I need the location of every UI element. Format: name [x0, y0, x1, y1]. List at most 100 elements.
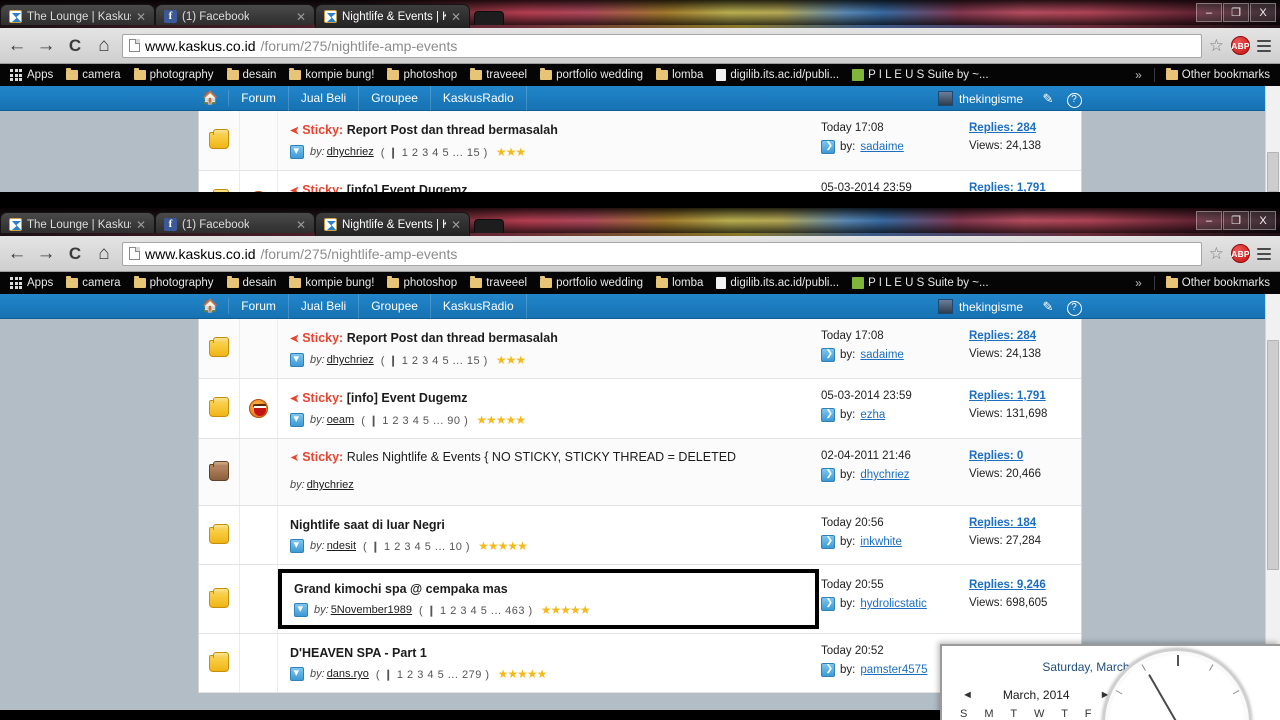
last-poster-link[interactable]: sadaime [860, 349, 903, 361]
last-poster-link[interactable]: dhychriez [860, 469, 909, 481]
scrollbar-thumb[interactable] [1267, 340, 1279, 570]
close-button[interactable]: X [1250, 211, 1276, 230]
table-row[interactable]: ➤Sticky: [info] Event Dugemz by: oeam ( … [199, 171, 1081, 192]
nav-groupee[interactable]: Groupee [359, 86, 431, 111]
new-tab-button[interactable] [474, 11, 504, 28]
thread-pages[interactable]: ( ❙ 1 2 3 4 5 ... 279 ) [376, 668, 490, 681]
home-button[interactable]: ⌂ [93, 244, 115, 263]
thread-author-link[interactable]: dhychriez [327, 146, 374, 158]
bookmark-pileus-suite[interactable]: P I L E U S Suite by ~... [847, 68, 994, 82]
bookmark-pileus-suite[interactable]: P I L E U S Suite by ~... [847, 276, 994, 290]
thread-title[interactable]: ➤ Sticky: Report Post dan thread bermasal… [290, 122, 811, 140]
bookmark-lomba[interactable]: lomba [651, 68, 708, 82]
thread-title-text[interactable]: Report Post dan thread bermasalah [347, 331, 558, 345]
bookmark-digilib[interactable]: digilib.its.ac.id/publi... [711, 68, 844, 82]
minimize-button[interactable]: – [1196, 3, 1222, 22]
goto-last-post-icon[interactable] [821, 408, 835, 422]
bookmark-apps[interactable]: Apps [5, 68, 58, 82]
thread-title-text[interactable]: Report Post dan thread bermasalah [347, 123, 558, 137]
tab-nightlife-events-back[interactable]: Nightlife & Events | Kasku ✕ [315, 4, 470, 28]
tab-facebook-back[interactable]: f (1) Facebook ✕ [155, 4, 315, 28]
nav-forum[interactable]: Forum [229, 294, 289, 319]
thread-pages[interactable]: ( ❙ 1 2 3 4 5 ... 15 ) [381, 146, 488, 159]
last-poster-link[interactable]: pamster4575 [860, 664, 927, 676]
thread-title-text[interactable]: Grand kimochi spa @ cempaka mas [294, 582, 508, 596]
replies-link[interactable]: Replies: 0 [969, 450, 1023, 462]
nav-groupee[interactable]: Groupee [359, 294, 431, 319]
bookmark-star-icon[interactable]: ☆ [1209, 244, 1224, 264]
close-button[interactable]: X [1250, 3, 1276, 22]
tab-the-lounge[interactable]: The Lounge | Kaskus - Th ✕ [0, 212, 155, 236]
thread-pages[interactable]: ( ❙ 1 2 3 4 5 ... 15 ) [381, 354, 488, 367]
thread-title-text[interactable]: [info] Event Dugemz [347, 391, 468, 405]
goto-last-post-icon[interactable] [821, 348, 835, 362]
thread-title-text[interactable]: Nightlife saat di luar Negri [290, 518, 445, 532]
bookmark-photoshop[interactable]: photoshop [382, 68, 462, 82]
back-button[interactable]: ← [6, 244, 28, 263]
thread-title[interactable]: ➤ Sticky: Report Post dan thread bermasal… [290, 330, 811, 348]
bookmark-digilib[interactable]: digilib.its.ac.id/publi... [711, 276, 844, 290]
chrome-menu-icon[interactable] [1257, 247, 1274, 260]
nav-jual-beli[interactable]: Jual Beli [289, 294, 360, 319]
close-icon[interactable]: ✕ [451, 218, 461, 232]
replies-link[interactable]: Replies: 184 [969, 517, 1036, 529]
close-icon[interactable]: ✕ [136, 10, 146, 24]
bookmark-kompie-bung[interactable]: kompie bung! [284, 276, 379, 290]
thread-title-text[interactable]: Rules Nightlife & Events { NO STICKY, ST… [347, 450, 736, 464]
goto-last-post-icon[interactable] [821, 468, 835, 482]
thread-title[interactable]: Nightlife saat di luar Negri [290, 517, 811, 534]
thread-title-text[interactable]: D'HEAVEN SPA - Part 1 [290, 646, 427, 660]
maximize-button[interactable]: ❐ [1223, 3, 1249, 22]
pencil-icon[interactable]: ✎ [1035, 91, 1061, 107]
avatar[interactable] [937, 91, 953, 106]
last-poster-link[interactable]: hydrolicstatic [860, 598, 926, 610]
minimize-button[interactable]: – [1196, 211, 1222, 230]
desktop-calendar-clock-gadget[interactable]: Saturday, March 08, 2014 ◄ March, 2014 ►… [940, 644, 1280, 720]
last-poster-link[interactable]: ezha [860, 409, 885, 421]
close-icon[interactable]: ✕ [296, 10, 306, 24]
table-row[interactable]: ➤ Sticky: Report Post dan thread bermasal… [199, 111, 1081, 171]
table-row[interactable]: ➤ Sticky: Rules Nightlife & Events { NO S… [199, 439, 1081, 506]
page-scrollbar-back[interactable] [1265, 86, 1280, 192]
thread-author-link[interactable]: dhychriez [307, 479, 354, 491]
replies-link[interactable]: Replies: 9,246 [969, 579, 1046, 591]
bookmark-kompie-bung[interactable]: kompie bung! [284, 68, 379, 82]
tab-nightlife-events[interactable]: Nightlife & Events | Kasku ✕ [315, 212, 470, 236]
bookmarks-overflow-icon[interactable]: » [1129, 68, 1148, 82]
new-tab-button[interactable] [474, 219, 504, 236]
replies-link[interactable]: Replies: 284 [969, 122, 1036, 134]
bookmark-portfolio-wedding[interactable]: portfolio wedding [535, 276, 648, 290]
address-bar[interactable]: www.kaskus.co.id/forum/275/nightlife-amp… [122, 33, 1202, 58]
close-icon[interactable]: ✕ [296, 218, 306, 232]
thread-author-link[interactable]: oeam [327, 414, 355, 426]
reload-button[interactable]: C [64, 37, 86, 54]
replies-link[interactable]: Replies: 1,791 [969, 182, 1046, 192]
bookmark-desain[interactable]: desain [222, 276, 282, 290]
avatar[interactable] [937, 299, 953, 314]
scrollbar-thumb[interactable] [1267, 152, 1279, 192]
bookmark-traveeel[interactable]: traveeel [465, 68, 532, 82]
thread-author-link[interactable]: 5November1989 [331, 604, 412, 616]
bookmarks-overflow-icon[interactable]: » [1129, 276, 1148, 290]
question-mark-icon[interactable]: ? [1061, 90, 1087, 108]
nav-kaskusradio[interactable]: KaskusRadio [431, 294, 527, 319]
goto-last-post-icon[interactable] [821, 663, 835, 677]
bookmark-other-bookmarks[interactable]: Other bookmarks [1161, 276, 1275, 290]
bookmark-desain[interactable]: desain [222, 68, 282, 82]
thread-pages[interactable]: ( ❙ 1 2 3 4 5 ... 10 ) [363, 540, 470, 553]
table-row[interactable]: Nightlife saat di luar Negri by: ndesit … [199, 506, 1081, 565]
tab-facebook[interactable]: f (1) Facebook ✕ [155, 212, 315, 236]
thread-pages[interactable]: ( ❙ 1 2 3 4 5 ... 463 ) [419, 604, 533, 617]
bookmark-traveeel[interactable]: traveeel [465, 276, 532, 290]
maximize-button[interactable]: ❐ [1223, 211, 1249, 230]
bookmark-apps[interactable]: Apps [5, 276, 58, 290]
thread-title-text[interactable]: [info] Event Dugemz [347, 183, 468, 192]
thread-pages[interactable]: ( ❙ 1 2 3 4 5 ... 90 ) [361, 414, 468, 427]
bookmark-photoshop[interactable]: photoshop [382, 276, 462, 290]
thread-title[interactable]: ➤ Sticky: [info] Event Dugemz [290, 182, 811, 192]
table-row[interactable]: ➤Sticky: [info] Event Dugemz by: oeam ( … [199, 379, 1081, 439]
last-poster-link[interactable]: inkwhite [860, 536, 902, 548]
forward-button[interactable]: → [35, 36, 57, 55]
thread-author-link[interactable]: dhychriez [327, 354, 374, 366]
replies-link[interactable]: Replies: 284 [969, 330, 1036, 342]
